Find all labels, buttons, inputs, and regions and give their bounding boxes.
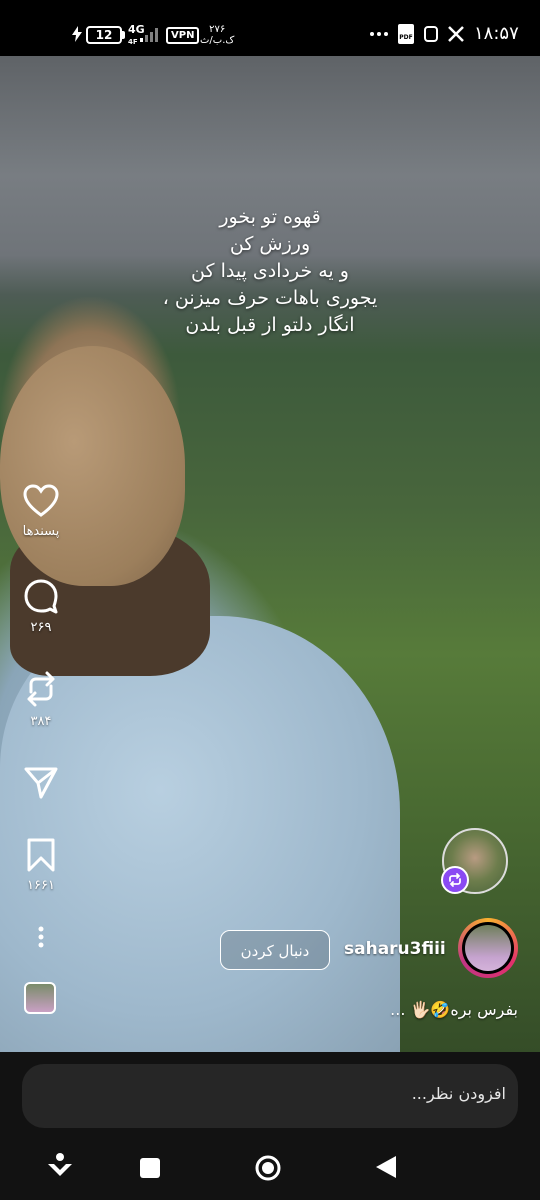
audio-thumbnail[interactable] bbox=[24, 982, 56, 1014]
signal-icon bbox=[140, 28, 162, 42]
recents-icon[interactable] bbox=[140, 1158, 160, 1178]
repost-small-icon bbox=[449, 873, 461, 887]
bookmark-icon bbox=[27, 838, 55, 872]
comment-button[interactable]: ۲۶۹ bbox=[0, 578, 82, 635]
menu-icon[interactable] bbox=[46, 1152, 74, 1178]
clock: ۱۸:۵۷ bbox=[474, 23, 519, 44]
comment-placeholder: افزودن نظر... bbox=[411, 1084, 506, 1103]
overlay-line: قهوه تو بخور bbox=[219, 206, 321, 228]
send-icon bbox=[24, 767, 58, 799]
overlay-text: قهوه تو بخور ورزش کن و یه خردادی پیدا کن… bbox=[0, 204, 540, 339]
flash-icon bbox=[72, 26, 82, 42]
username[interactable]: saharu3fiii bbox=[344, 939, 446, 959]
comments-count: ۲۶۹ bbox=[30, 620, 52, 635]
vpn-badge: VPN bbox=[166, 27, 200, 44]
post-caption[interactable]: بفرس بره🤣🖐🏻 ... bbox=[390, 1000, 518, 1019]
battery-indicator: 12 bbox=[86, 26, 125, 44]
repost-badge bbox=[441, 866, 469, 894]
user-avatar[interactable] bbox=[458, 918, 518, 978]
avatar-image bbox=[465, 925, 511, 971]
hat-shape bbox=[0, 346, 185, 586]
share-button[interactable] bbox=[0, 766, 82, 800]
pdf-icon: PDF bbox=[398, 24, 414, 44]
save-button[interactable]: ۱۶۶۱ bbox=[0, 838, 82, 893]
status-bar: 12 4G 4F VPN ۲۷۶ ک.ب/ث PDF ۱۸:۵۷ bbox=[0, 0, 540, 56]
overlay-line: و یه خردادی پیدا کن bbox=[191, 260, 349, 282]
dots-icon bbox=[370, 32, 388, 36]
more-button[interactable] bbox=[0, 926, 82, 948]
repost-button[interactable]: ۳۸۴ bbox=[0, 670, 82, 729]
home-icon[interactable] bbox=[254, 1154, 282, 1182]
network-speed: ۲۷۶ ک.ب/ث bbox=[200, 24, 235, 46]
heart-icon bbox=[23, 484, 59, 517]
comment-icon bbox=[24, 579, 58, 614]
rotate-icon bbox=[424, 26, 438, 42]
reposts-count: ۳۸۴ bbox=[30, 714, 52, 729]
likes-label: پسندها bbox=[22, 524, 60, 539]
x-icon bbox=[448, 26, 464, 42]
follow-button[interactable]: دنبال کردن bbox=[220, 930, 330, 970]
more-icon bbox=[38, 926, 44, 948]
repost-icon bbox=[27, 671, 55, 707]
back-icon[interactable] bbox=[374, 1154, 398, 1180]
overlay-line: یجوری باهات حرف میزنن ، bbox=[162, 287, 378, 309]
like-button[interactable]: پسندها bbox=[0, 484, 82, 539]
saves-count: ۱۶۶۱ bbox=[27, 878, 55, 893]
overlay-line: انگار دلتو از قبل بلدن bbox=[185, 314, 355, 336]
overlay-line: ورزش کن bbox=[229, 233, 311, 255]
